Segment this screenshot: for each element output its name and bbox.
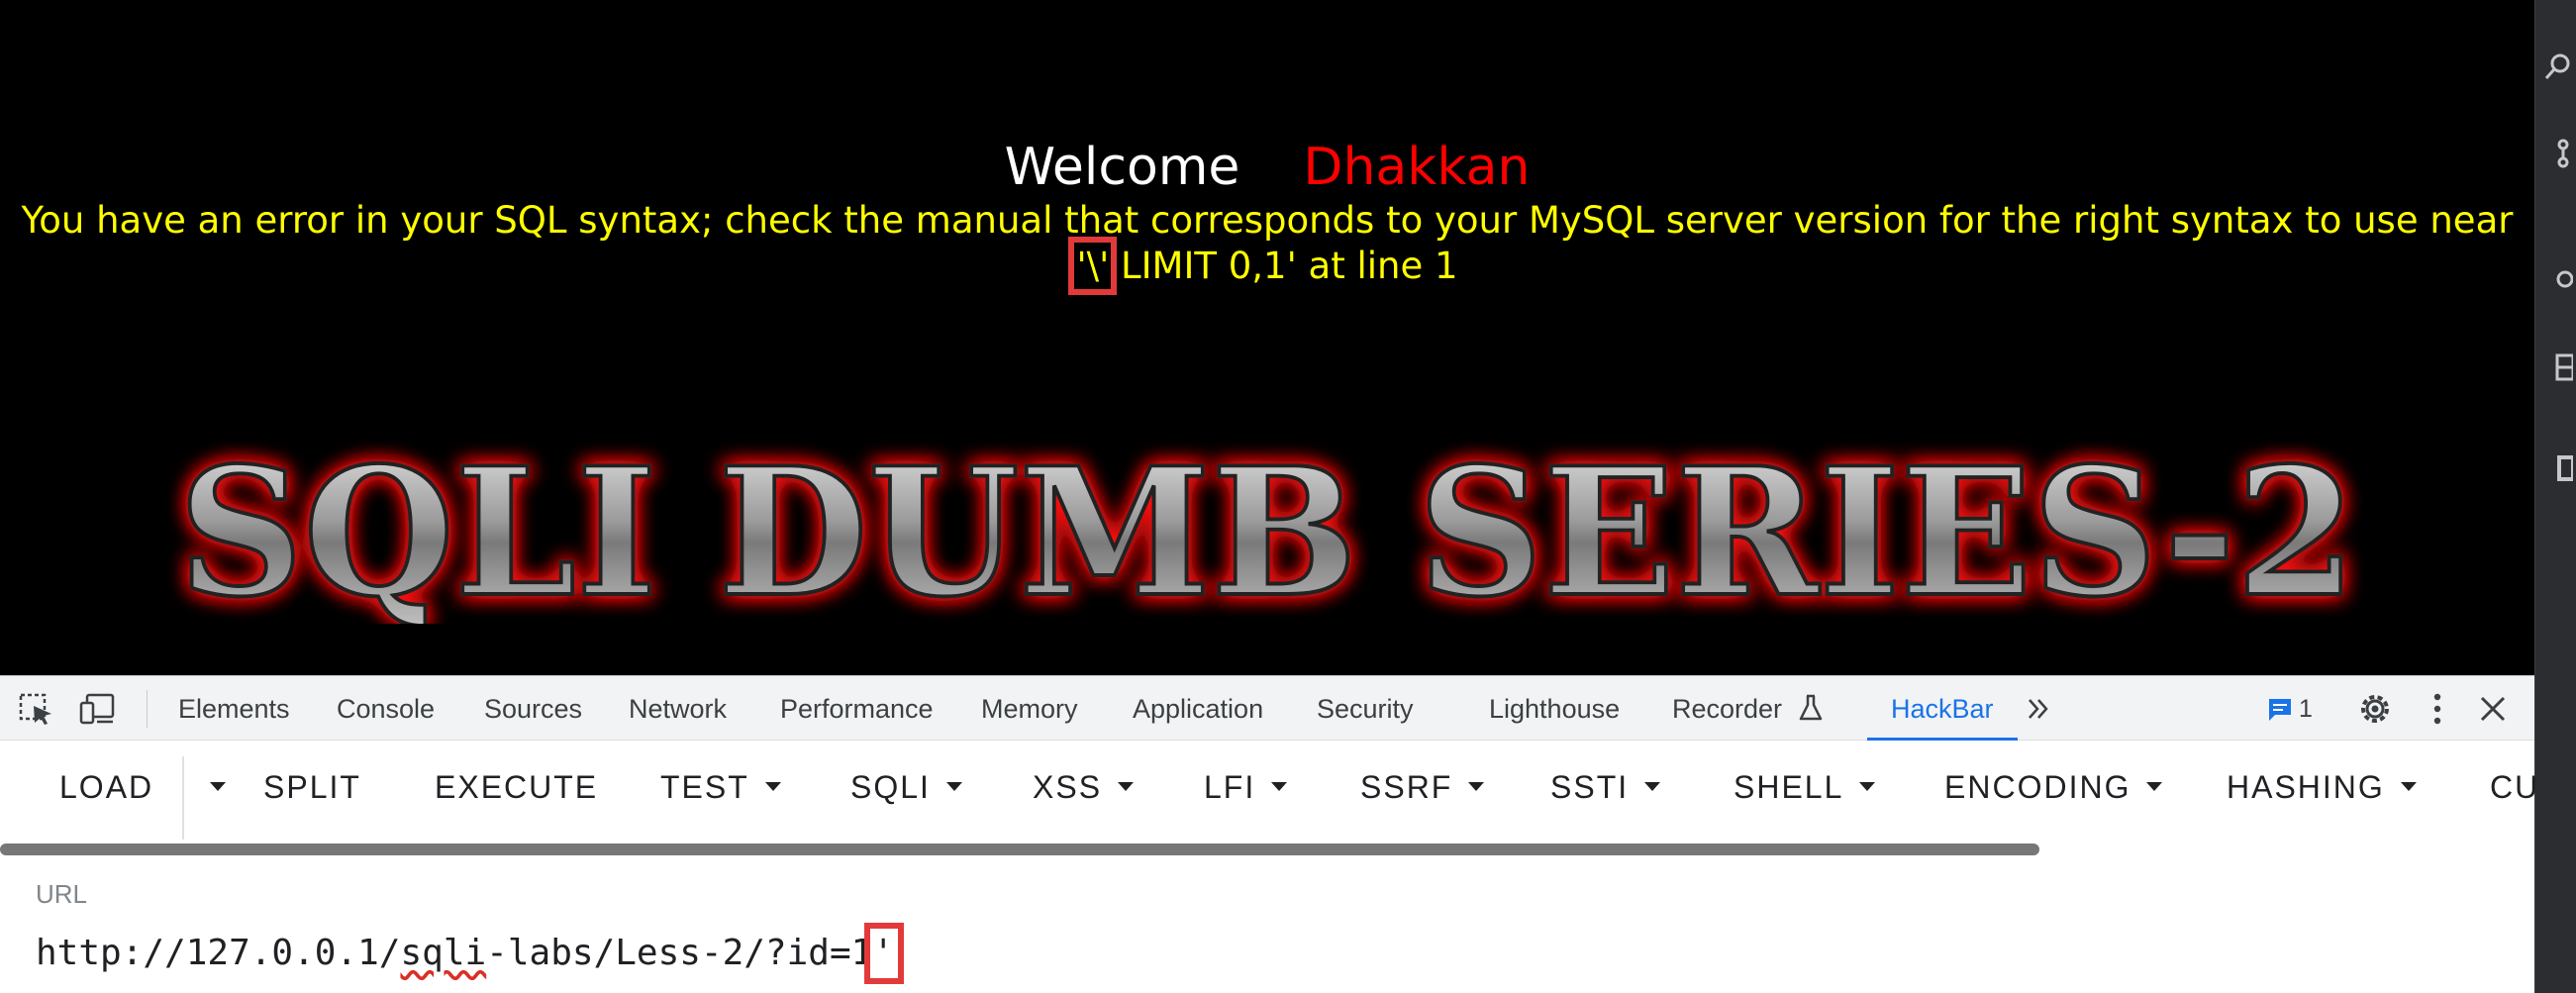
page-viewport: Welcome Dhakkan You have an error in your… [0,0,2534,675]
sqli-menu-button[interactable]: SQLI [850,764,962,810]
toolbar-separator [147,690,148,728]
username: Dhakkan [1303,138,1531,197]
sqli-menu-label: SQLI [850,769,931,805]
series-banner: SQLI DUMB SERIES-2 [176,436,2358,624]
chip-icon[interactable] [2543,453,2573,483]
xss-menu-label: XSS [1033,769,1103,805]
ssrf-menu-button[interactable]: SSRF [1360,764,1485,810]
ssti-menu-button[interactable]: SSTI [1550,764,1661,810]
tab-hackbar[interactable]: HackBar [1891,676,1994,742]
inspect-element-icon[interactable] [18,692,55,726]
tab-sources[interactable]: Sources [484,676,582,742]
custom-menu-button[interactable]: CU [2490,764,2539,810]
banner-text: SQLI DUMB SERIES-2 [178,436,2356,624]
shell-menu-button[interactable]: SHELL [1734,764,1876,810]
tab-console[interactable]: Console [337,676,435,742]
caret-down-icon [2400,782,2417,792]
close-icon[interactable] [2477,693,2509,725]
test-menu-label: TEST [660,769,749,805]
toolbar-scrollbar-thumb[interactable] [0,844,2039,855]
caret-down-icon [2146,782,2163,792]
caret-down-icon [210,782,226,792]
test-menu-button[interactable]: TEST [660,764,781,810]
debug-icon[interactable] [2543,263,2573,293]
ssti-menu-label: SSTI [1550,769,1630,805]
shell-menu-label: SHELL [1734,769,1844,805]
caret-down-icon [945,782,962,792]
caret-down-icon [1644,782,1661,792]
caret-down-icon [1859,782,1876,792]
double-chevron-right-icon[interactable] [2024,694,2053,724]
sql-error-tail: LIMIT 0,1' at line 1 [1109,245,1458,287]
flask-icon [1799,694,1822,721]
message-icon [2269,699,2291,722]
tab-recorder-label: Recorder [1672,694,1783,724]
caret-down-icon [764,782,781,792]
load-button[interactable]: LOAD [59,764,153,810]
right-side-rail [2534,0,2576,993]
issues-count-value: 1 [2299,695,2313,723]
tab-elements[interactable]: Elements [178,676,290,742]
caret-down-icon [1468,782,1485,792]
split-button[interactable]: SPLIT [263,764,361,810]
hashing-menu-label: HASHING [2227,769,2385,805]
ssrf-menu-label: SSRF [1360,769,1453,805]
encoding-menu-button[interactable]: ENCODING [1944,764,2163,810]
lfi-menu-button[interactable]: LFI [1204,764,1288,810]
devtools-tabbar: Elements Console Sources Network Perform… [0,675,2534,742]
issues-counter[interactable]: 1 [2267,692,2313,726]
caret-down-icon [1271,782,1288,792]
load-split-divider [182,756,184,840]
hashing-menu-button[interactable]: HASHING [2227,764,2417,810]
tab-network[interactable]: Network [629,676,727,742]
load-dropdown-toggle[interactable] [194,764,226,810]
search-icon[interactable] [2543,51,2573,81]
more-vertical-icon[interactable] [2427,690,2447,728]
url-part-host: http://127.0.0.1/ [36,933,401,973]
extensions-icon[interactable] [2543,352,2573,382]
tab-memory[interactable]: Memory [981,676,1078,742]
hackbar-toolbar: LOAD SPLIT EXECUTE TEST SQLI XSS LFI SSR… [0,741,2537,834]
execute-button[interactable]: EXECUTE [435,764,598,810]
welcome-label: Welcome [1004,138,1240,197]
tab-security[interactable]: Security [1317,676,1414,742]
source-control-icon[interactable] [2543,139,2573,168]
lfi-menu-label: LFI [1204,769,1256,805]
tab-application[interactable]: Application [1133,676,1263,742]
xss-menu-button[interactable]: XSS [1033,764,1135,810]
url-quote-highlight: ' [864,923,905,984]
url-input[interactable]: http://127.0.0.1/sqli-labs/Less-2/?id=1' [36,923,905,984]
device-toggle-icon[interactable] [79,692,117,726]
url-part-path-misspelled: sqli [400,933,487,973]
tab-recorder[interactable]: Recorder [1672,676,1824,742]
welcome-line: Welcome Dhakkan [0,133,2534,202]
tab-lighthouse[interactable]: Lighthouse [1489,676,1620,742]
url-part-rest: -labs/Less-2/?id=1 [486,933,873,973]
caret-down-icon [1118,782,1135,792]
sql-error-highlight: '\' [1068,237,1118,295]
url-label: URL [36,879,88,909]
sql-error-text: You have an error in your SQL syntax; ch… [21,199,2514,242]
sql-error-message: You have an error in your SQL syntax; ch… [20,198,2515,295]
tab-performance[interactable]: Performance [780,676,934,742]
encoding-menu-label: ENCODING [1944,769,2131,805]
settings-gear-icon[interactable] [2356,690,2394,728]
